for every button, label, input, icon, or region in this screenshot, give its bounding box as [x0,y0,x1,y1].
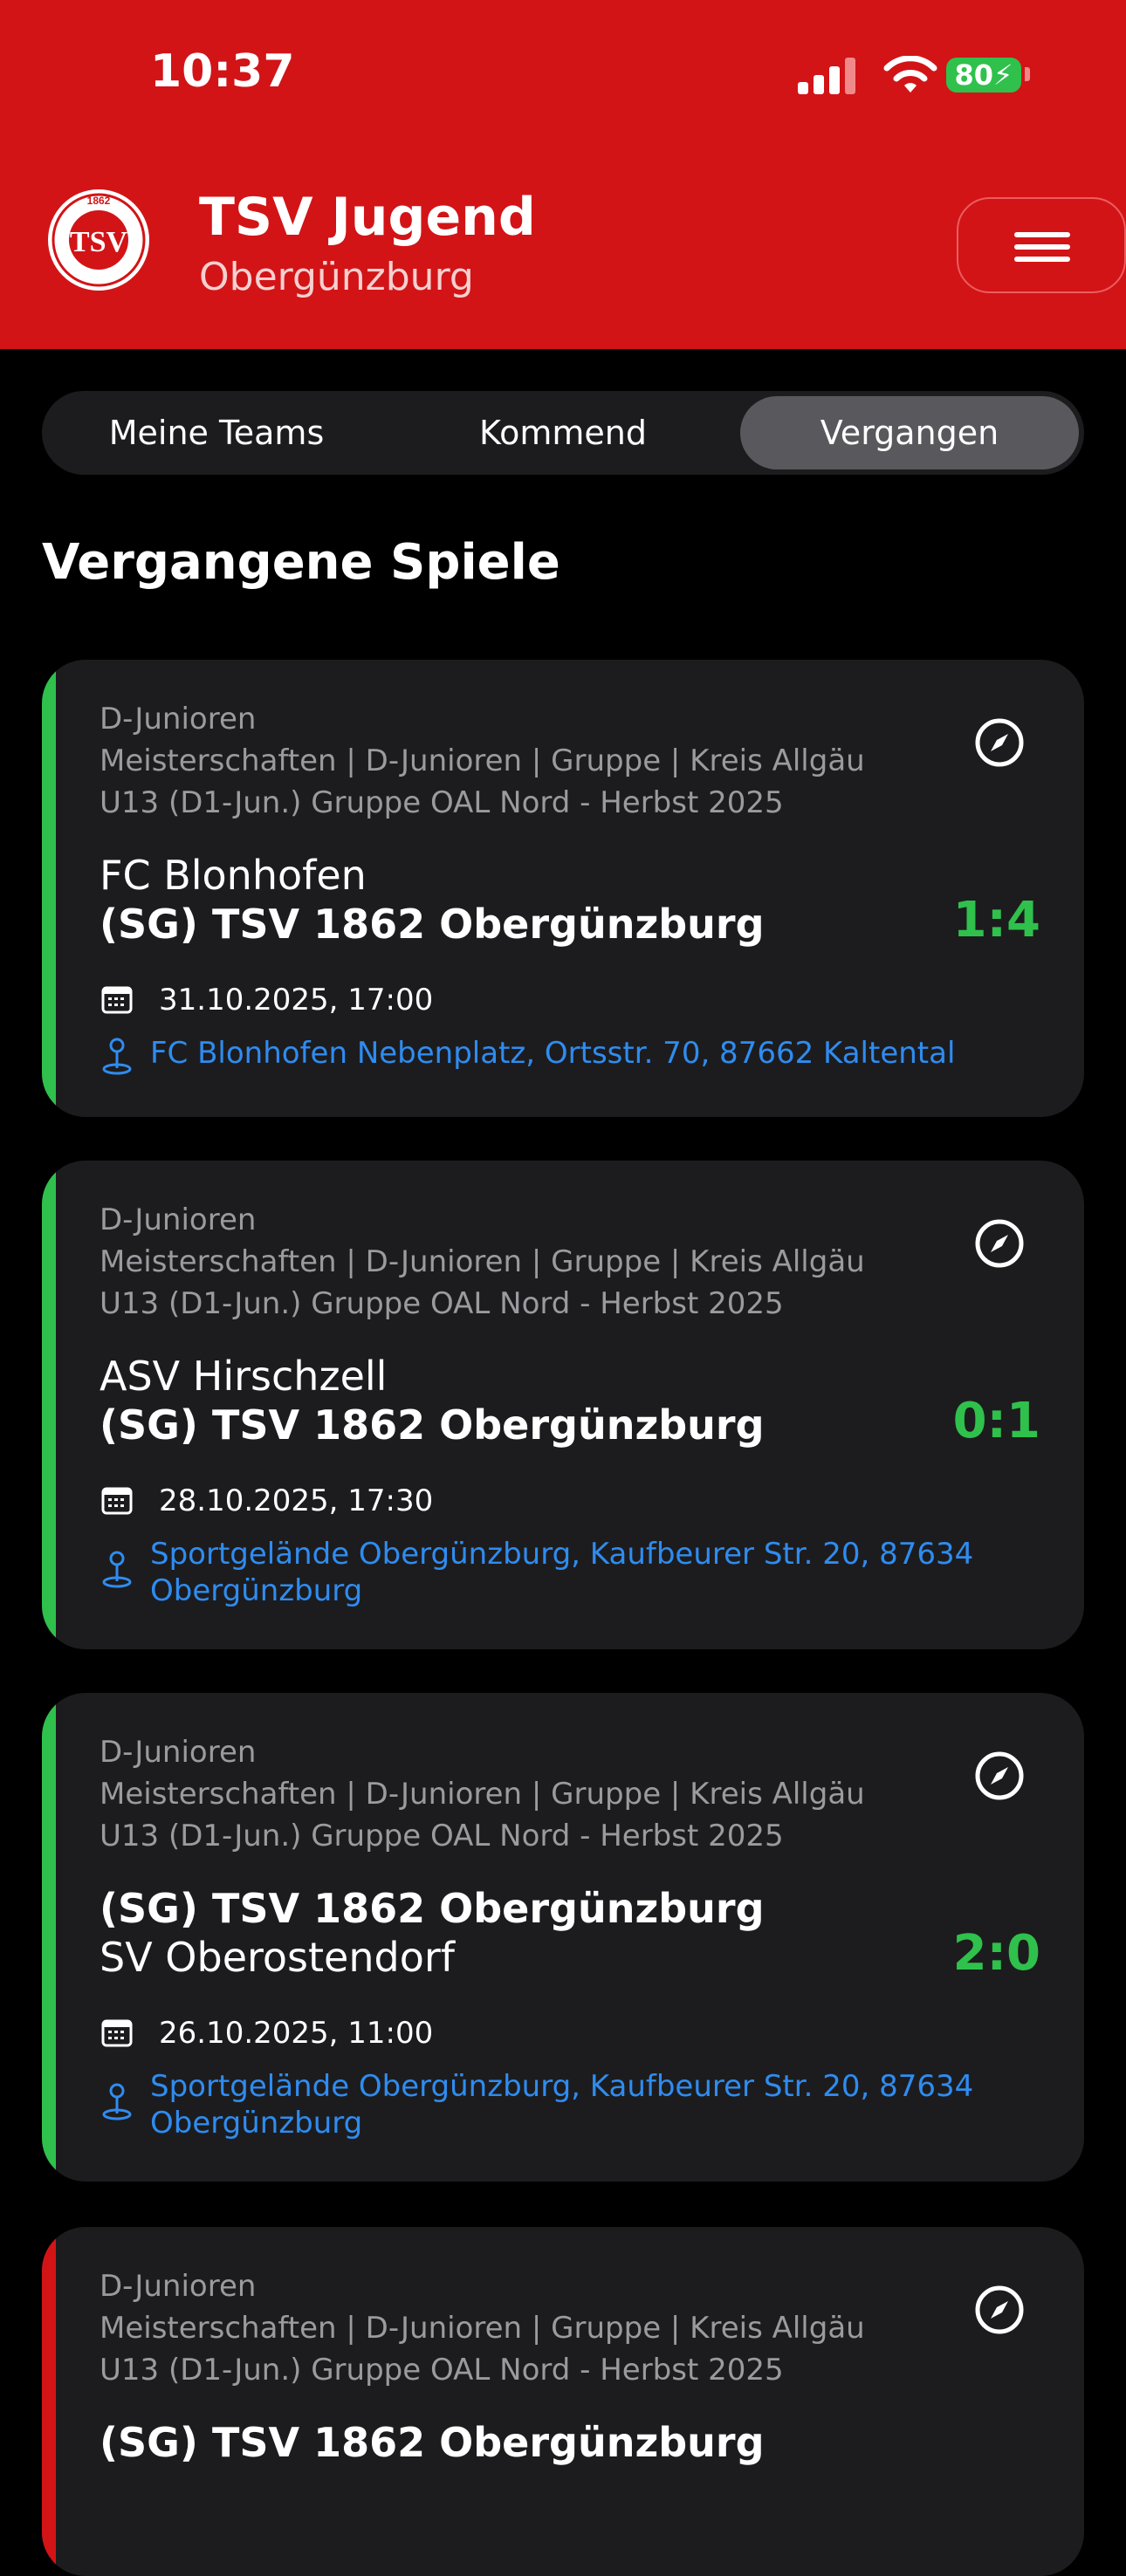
tab-segmented-control: Meine Teams Kommend Vergangen [42,391,1084,475]
location-line-1: Sportgelände Obergünzburg, Kaufbeurer St… [150,2069,974,2104]
team-away: (SG) TSV 1862 Obergünzburg [100,901,765,948]
game-location-link[interactable]: Sportgelände Obergünzburg, Kaufbeurer St… [150,2068,988,2141]
team-away: SV Oberostendorf [100,1934,455,1981]
compass-icon[interactable] [974,717,1025,768]
game-league: Meisterschaften | D-Junioren | Gruppe | … [100,1244,865,1279]
compass-icon[interactable] [974,1750,1025,1801]
location-line-2: Obergünzburg [150,1573,363,1608]
cellular-signal-icon [798,56,855,94]
game-category: D-Junioren [100,1735,257,1770]
svg-text:TSV: TSV [70,226,128,258]
game-datetime: 31.10.2025, 17:00 [159,983,434,1017]
game-group: U13 (D1-Jun.) Gruppe OAL Nord - Herbst 2… [100,785,784,820]
game-card[interactable]: D-Junioren Meisterschaften | D-Junioren … [42,660,1084,1117]
hamburger-icon [1014,232,1070,237]
game-location-link[interactable]: FC Blonhofen Nebenplatz, Ortsstr. 70, 87… [150,1035,988,1072]
location-pin-icon [102,2083,132,2120]
menu-button[interactable] [957,197,1126,293]
battery-tip [1025,67,1030,81]
calendar-icon [101,986,133,1014]
tab-meine-teams[interactable]: Meine Teams [47,396,386,469]
team-home: (SG) TSV 1862 Obergünzburg [100,1885,765,1932]
team-home: FC Blonhofen [100,852,367,899]
game-category: D-Junioren [100,1202,257,1237]
game-league: Meisterschaften | D-Junioren | Gruppe | … [100,1777,865,1812]
wifi-icon [883,56,937,92]
game-card[interactable]: D-Junioren Meisterschaften | D-Junioren … [42,1161,1084,1649]
game-category: D-Junioren [100,2269,257,2304]
status-time: 10:37 [150,45,295,98]
calendar-icon [101,1487,133,1515]
tab-kommend[interactable]: Kommend [394,396,732,469]
battery-level: 80 [954,58,994,92]
result-indicator [42,1693,56,2182]
result-indicator [42,1161,56,1649]
location-pin-icon [102,1551,132,1588]
team-away: (SG) TSV 1862 Obergünzburg [100,1401,765,1449]
game-datetime: 28.10.2025, 17:30 [159,1483,434,1518]
location-line-2: Obergünzburg [150,2106,363,2141]
location-pin-icon [102,1038,132,1075]
section-title: Vergangene Spiele [42,534,560,591]
game-group: U13 (D1-Jun.) Gruppe OAL Nord - Herbst 2… [100,1286,784,1321]
hamburger-line [1014,257,1070,262]
result-indicator [42,2227,56,2576]
team-home: (SG) TSV 1862 Obergünzburg [100,2419,765,2466]
app-subtitle: Obergünzburg [199,255,474,299]
tab-vergangen[interactable]: Vergangen [740,396,1079,469]
calendar-icon [101,2019,133,2047]
game-card[interactable]: D-Junioren Meisterschaften | D-Junioren … [42,2227,1084,2576]
battery-icon: 80⚡ [946,58,1021,92]
team-home: ASV Hirschzell [100,1353,388,1400]
game-league: Meisterschaften | D-Junioren | Gruppe | … [100,743,865,778]
game-group: U13 (D1-Jun.) Gruppe OAL Nord - Herbst 2… [100,2353,784,2388]
game-group: U13 (D1-Jun.) Gruppe OAL Nord - Herbst 2… [100,1819,784,1853]
game-league: Meisterschaften | D-Junioren | Gruppe | … [100,2311,865,2346]
game-location-link[interactable]: Sportgelände Obergünzburg, Kaufbeurer St… [150,1536,988,1609]
result-indicator [42,660,56,1117]
app-title: TSV Jugend [199,187,536,248]
svg-text:1862: 1862 [87,195,111,207]
compass-icon[interactable] [974,1218,1025,1269]
game-card[interactable]: D-Junioren Meisterschaften | D-Junioren … [42,1693,1084,2182]
location-line-1: Sportgelände Obergünzburg, Kaufbeurer St… [150,1537,974,1572]
club-logo: TSV 1862 [48,189,149,291]
game-score: 0:1 [952,1393,1040,1449]
game-score: 2:0 [952,1925,1040,1982]
hamburger-line [1014,244,1070,250]
game-score: 1:4 [952,892,1040,949]
compass-icon[interactable] [974,2285,1025,2335]
game-datetime: 26.10.2025, 11:00 [159,2016,434,2051]
game-category: D-Junioren [100,702,257,736]
app-header: 10:37 80⚡ TSV 1862 TSV Jugend Obergünzbu… [0,0,1126,349]
